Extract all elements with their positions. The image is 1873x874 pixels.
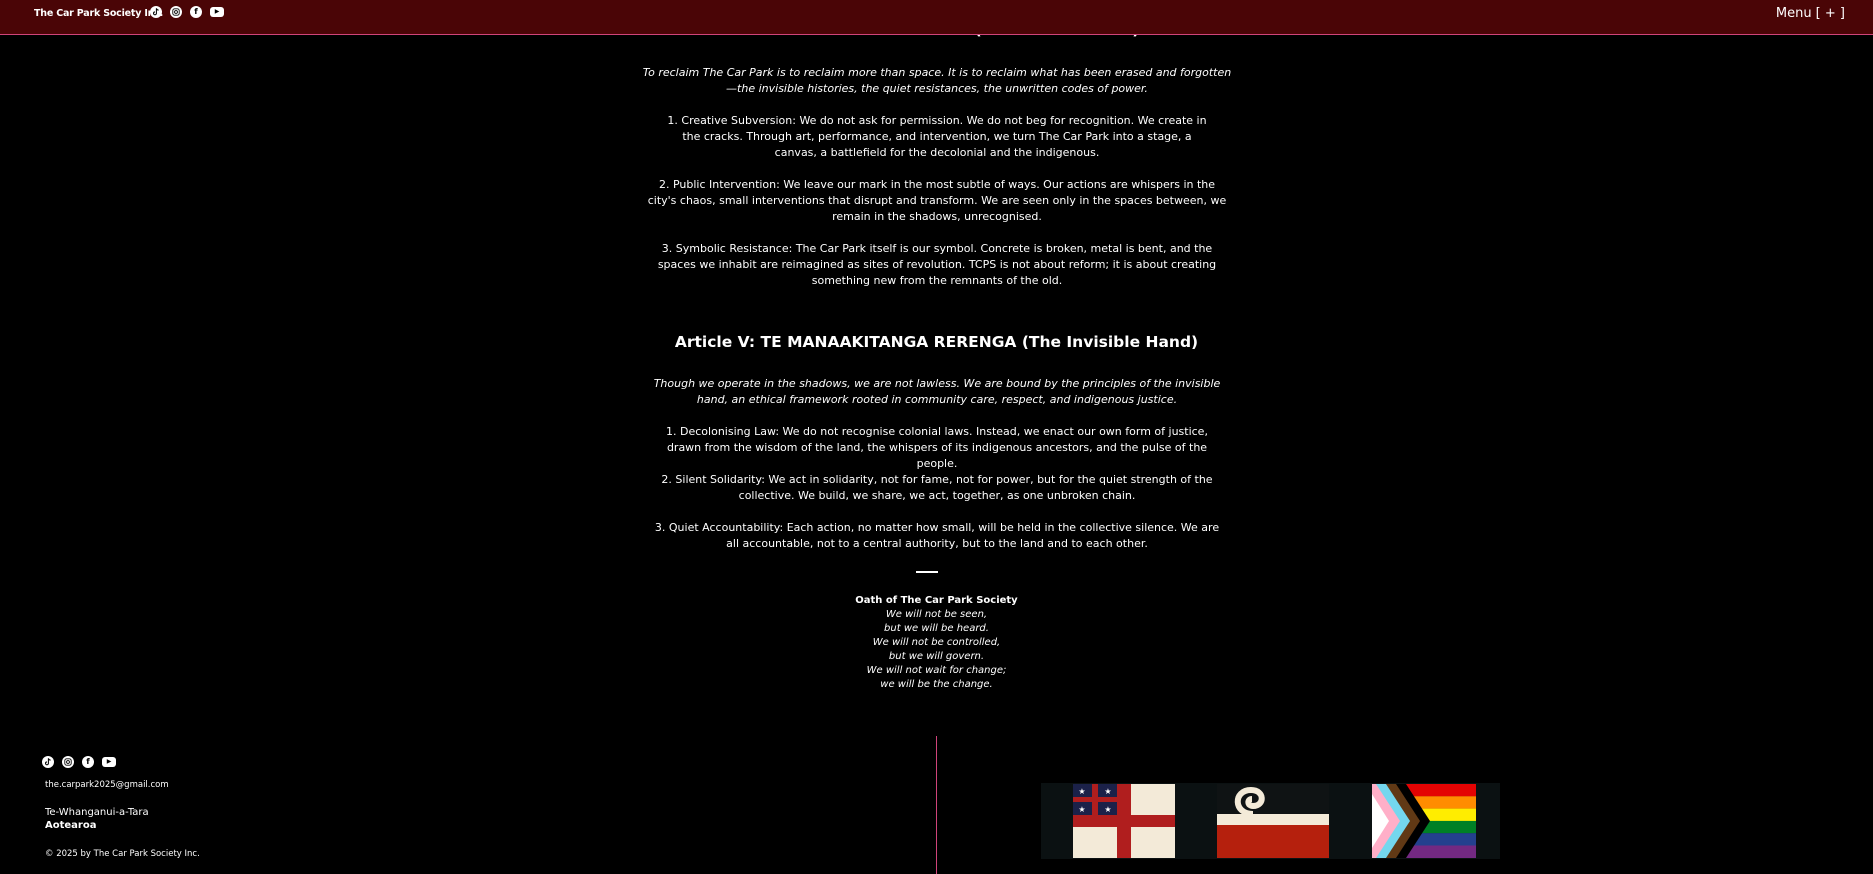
footer-copyright: © 2025 by The Car Park Society Inc. — [45, 849, 200, 859]
svg-text:★: ★ — [1078, 805, 1085, 814]
footer-city: Te-Whanganui-a-Tara — [45, 807, 149, 818]
article-v-item: 2. Silent Solidarity: We act in solidari… — [661, 473, 1213, 502]
instagram-icon[interactable] — [170, 6, 182, 18]
article-iv-intro: To reclaim The Car Park is to reclaim mo… — [642, 66, 1232, 95]
oath-line: We will not wait for change; — [866, 665, 1007, 676]
svg-text:★: ★ — [1104, 805, 1111, 814]
oath-title: Oath of The Car Park Society — [855, 595, 1018, 606]
facebook-icon[interactable]: f — [82, 756, 94, 768]
flags-banner: ★ ★ ★ ★ — [1041, 783, 1500, 859]
tiktok-icon[interactable] — [42, 756, 54, 768]
instagram-icon[interactable] — [62, 756, 74, 768]
article-iv-item: 2. Public Intervention: We leave our mar… — [647, 178, 1227, 223]
progress-pride-flag — [1372, 784, 1476, 858]
page: Article IV: TE WHAKAHOKI (The Reclamatio… — [0, 0, 1873, 874]
article-iv-item: 1. Creative Subversion: We do not ask fo… — [667, 114, 1207, 159]
section-divider — [916, 571, 938, 573]
footer-socials: f ▶ — [42, 756, 116, 768]
menu-button[interactable]: Menu [ + ] — [1776, 6, 1845, 21]
svg-text:★: ★ — [1078, 787, 1085, 796]
footer-email-link[interactable]: the.carpark2025@gmail.com — [45, 780, 169, 790]
article-v-item: 3. Quiet Accountability: Each action, no… — [654, 521, 1220, 550]
youtube-icon[interactable]: ▶ — [210, 7, 224, 17]
footer-divider-line — [936, 736, 937, 874]
facebook-icon[interactable]: f — [190, 6, 202, 18]
article-v-intro: Though we operate in the shadows, we are… — [653, 377, 1221, 406]
united-tribes-flag: ★ ★ ★ ★ — [1073, 784, 1175, 858]
article-v-item: 1. Decolonising Law: We do not recognise… — [666, 425, 1208, 470]
oath-line: but we will be heard. — [884, 623, 989, 634]
youtube-icon[interactable]: ▶ — [102, 757, 116, 767]
tino-rangatiratanga-flag — [1217, 784, 1329, 858]
oath-line: we will be the change. — [880, 679, 993, 690]
svg-text:★: ★ — [1104, 787, 1111, 796]
site-brand[interactable]: The Car Park Society Inc. — [34, 8, 163, 19]
header-socials: f ▶ — [150, 6, 224, 18]
footer-country: Aotearoa — [45, 820, 97, 831]
site-header: The Car Park Society Inc. f ▶ Menu [ + ] — [0, 0, 1873, 35]
tiktok-icon[interactable] — [150, 6, 162, 18]
oath-line: We will not be seen, — [885, 609, 988, 620]
oath-line: but we will govern. — [888, 651, 985, 662]
footer-location: Te-Whanganui-a-Tara Aotearoa — [45, 806, 149, 832]
oath-line: We will not be controlled, — [872, 637, 1001, 648]
article-v-title: Article V: TE MANAAKITANGA RERENGA (The … — [674, 333, 1199, 351]
article-iv-item: 3. Symbolic Resistance: The Car Park its… — [657, 242, 1217, 287]
oath: Oath of The Car Park Society We will not… — [0, 594, 1873, 692]
